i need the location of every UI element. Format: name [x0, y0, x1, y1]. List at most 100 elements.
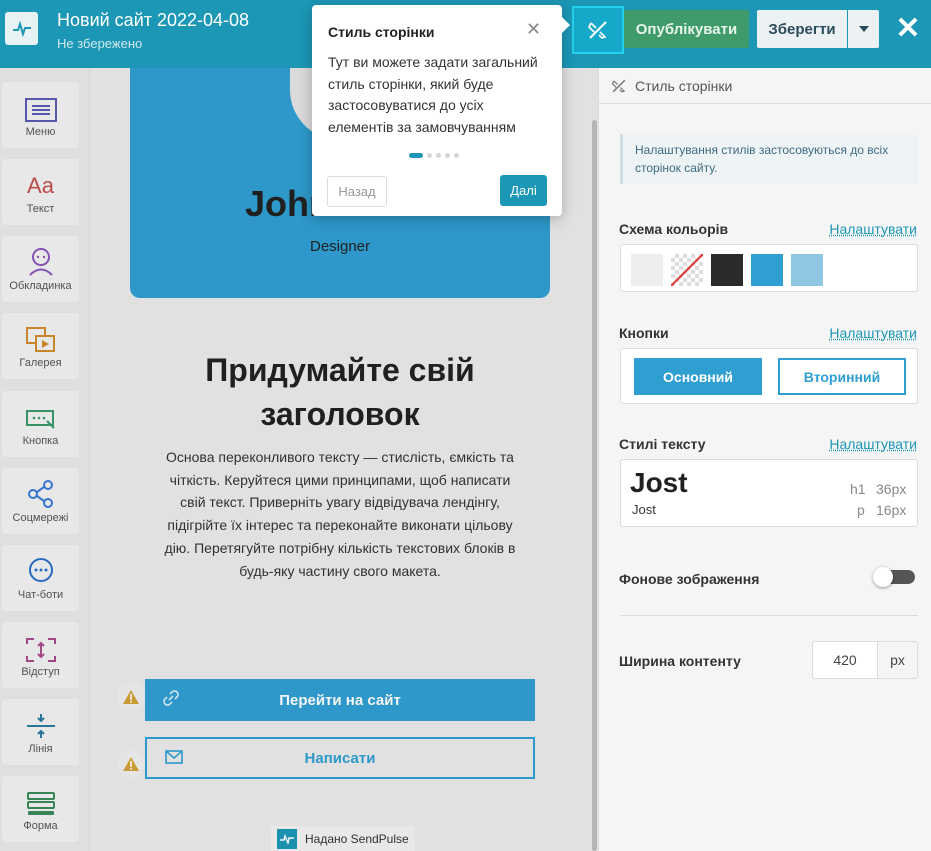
- sidebar-item-label: Галерея: [19, 357, 62, 369]
- toggle-knob: [873, 567, 893, 587]
- panel-header: Стиль сторінки: [599, 68, 931, 104]
- sendpulse-logo-icon[interactable]: [5, 12, 38, 45]
- sidebar-item-label: Форма: [23, 820, 58, 832]
- sidebar-item-label: Відступ: [21, 666, 60, 678]
- sidebar-item-label: Соцмережі: [12, 512, 69, 524]
- sidebar-item-label: Кнопка: [22, 435, 59, 447]
- go-to-site-label: Перейти на сайт: [279, 691, 401, 709]
- bg-image-label: Фонове зображення: [619, 571, 760, 587]
- button-styles-preview: Основний Вторинний: [620, 348, 918, 404]
- next-button[interactable]: Далі: [500, 175, 547, 206]
- sidebar-item-label: Меню: [25, 126, 56, 138]
- body-font-preview: Jost: [632, 502, 656, 517]
- powered-by-footer[interactable]: Надано SendPulse: [271, 826, 415, 851]
- back-button[interactable]: Назад: [327, 176, 387, 207]
- h1-size: 36px: [876, 481, 907, 497]
- save-button[interactable]: Зберегти: [757, 10, 847, 48]
- sidebar-item-menu[interactable]: Меню: [2, 82, 79, 148]
- color-swatch-transparent[interactable]: [670, 253, 704, 287]
- text-styles-preview[interactable]: Jost Jost h1 36px p 16px: [620, 459, 918, 527]
- close-icon[interactable]: ✕: [526, 19, 541, 40]
- powered-by-label: Надано SendPulse: [305, 831, 409, 846]
- button-icon: [25, 410, 55, 429]
- save-status: Не збережено: [57, 36, 143, 51]
- body-text[interactable]: Основа переконливого тексту — стислість,…: [160, 446, 520, 582]
- content-width-unit: px: [877, 641, 918, 679]
- popover-arrow: [562, 17, 570, 33]
- text-styles-label: Стилі тексту: [619, 436, 706, 452]
- step-dot-active: [409, 153, 423, 158]
- cover-icon: [28, 248, 53, 276]
- sidebar-item-gallery[interactable]: Галерея: [2, 313, 79, 379]
- content-width-label: Ширина контенту: [619, 653, 741, 669]
- sidebar-item-button[interactable]: Кнопка: [2, 391, 79, 457]
- info-note: Налаштування стилів застосовуються до вс…: [620, 134, 918, 184]
- chat-icon: [28, 558, 53, 582]
- text-icon: Aa: [27, 173, 54, 198]
- go-to-site-button[interactable]: Перейти на сайт: [145, 679, 535, 721]
- onboarding-popover: Стиль сторінки ✕ Тут ви можете задати за…: [312, 5, 570, 216]
- menu-icon: [24, 98, 57, 122]
- buttons-label: Кнопки: [619, 325, 669, 341]
- sidebar-item-label: Текст: [26, 203, 55, 215]
- color-scheme-configure-link[interactable]: Налаштувати: [829, 221, 917, 237]
- sidebar-item-social[interactable]: Соцмережі: [2, 468, 79, 534]
- write-button[interactable]: Написати: [145, 737, 535, 779]
- divider: [620, 615, 918, 616]
- sidebar-item-form[interactable]: Форма: [2, 776, 79, 842]
- color-swatch[interactable]: [631, 254, 663, 286]
- site-title[interactable]: Новий сайт 2022-04-08: [57, 10, 249, 31]
- blocks-sidebar: Меню Aa Текст Обкладинка Галерея Кнопка …: [0, 68, 90, 851]
- text-styles-configure-link[interactable]: Налаштувати: [829, 436, 917, 452]
- panel-title: Стиль сторінки: [635, 77, 733, 94]
- mail-icon: [165, 750, 183, 768]
- content-width-input[interactable]: 420: [812, 641, 878, 679]
- hero-role[interactable]: Designer: [130, 238, 550, 255]
- h1-tag: h1: [850, 481, 866, 497]
- step-dot: [445, 153, 450, 158]
- sidebar-item-spacing[interactable]: Відступ: [2, 622, 79, 688]
- p-tag: p: [857, 502, 865, 518]
- bg-image-toggle[interactable]: [873, 567, 915, 587]
- page-style-button[interactable]: [572, 6, 624, 54]
- canvas-scrollbar[interactable]: [592, 120, 597, 851]
- secondary-button-preview[interactable]: Вторинний: [778, 358, 906, 395]
- write-label: Написати: [304, 749, 376, 767]
- step-dot: [436, 153, 441, 158]
- step-dot: [454, 153, 459, 158]
- primary-button-preview[interactable]: Основний: [634, 358, 762, 395]
- share-icon: [27, 480, 53, 508]
- close-icon[interactable]: ✕: [893, 12, 923, 46]
- chevron-down-icon: [858, 26, 869, 32]
- sidebar-item-line[interactable]: Лінія: [2, 699, 79, 765]
- sidebar-item-text[interactable]: Aa Текст: [2, 159, 79, 225]
- step-dot: [427, 153, 432, 158]
- color-scheme-label: Схема кольорів: [619, 221, 729, 237]
- color-swatch[interactable]: [791, 254, 823, 286]
- brush-ruler-icon: [588, 21, 607, 39]
- p-size: 16px: [876, 502, 907, 518]
- brush-ruler-icon: [611, 79, 626, 92]
- link-icon: [163, 690, 179, 710]
- warning-icon[interactable]: [117, 683, 145, 711]
- gallery-icon: [25, 327, 55, 352]
- page-style-panel: Стиль сторінки Налаштування стилів засто…: [598, 68, 931, 851]
- step-indicator: [409, 153, 459, 158]
- color-swatch[interactable]: [751, 254, 783, 286]
- warning-icon[interactable]: [117, 750, 145, 778]
- divider-icon: [26, 714, 55, 738]
- popover-title: Стиль сторінки: [328, 24, 435, 40]
- save-dropdown-button[interactable]: [848, 10, 879, 48]
- sidebar-item-label: Обкладинка: [9, 280, 72, 292]
- publish-button[interactable]: Опублікувати: [624, 10, 749, 48]
- color-swatches: [620, 244, 918, 292]
- buttons-configure-link[interactable]: Налаштувати: [829, 325, 917, 341]
- color-swatch[interactable]: [711, 254, 743, 286]
- spacing-icon: [25, 638, 56, 662]
- sidebar-item-chatbots[interactable]: Чат-боти: [2, 545, 79, 611]
- sendpulse-logo-icon: [277, 828, 297, 849]
- sidebar-item-cover[interactable]: Обкладинка: [2, 236, 79, 302]
- heading-font-preview: Jost: [630, 467, 688, 498]
- page-heading[interactable]: Придумайте свій заголовок: [130, 348, 550, 436]
- sidebar-item-label: Чат-боти: [17, 589, 64, 601]
